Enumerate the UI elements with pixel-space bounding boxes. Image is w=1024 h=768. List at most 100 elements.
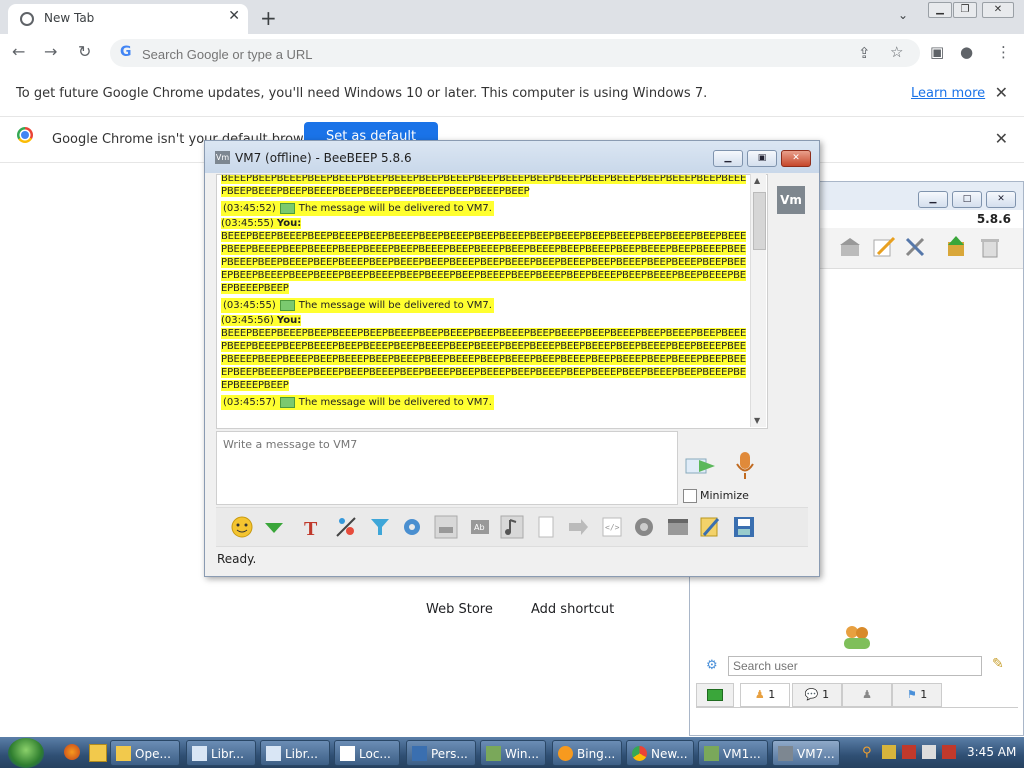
- tab-users[interactable]: ♟ 1: [740, 683, 790, 707]
- taskbar-item[interactable]: Win...: [480, 740, 546, 766]
- firefox-icon[interactable]: [64, 744, 80, 760]
- taskbar-item[interactable]: Loc...: [334, 740, 400, 766]
- taskbar-item[interactable]: VM7...: [772, 740, 840, 766]
- omnibox[interactable]: G ⇪ ☆: [110, 39, 920, 67]
- chrome-icon: [632, 746, 647, 761]
- tab-chats[interactable]: 💬 1: [792, 683, 842, 707]
- home-icon[interactable]: [838, 236, 862, 258]
- chat-titlebar: Vm VM7 (offline) - BeeBEEP 5.8.6 ▁ ▣ ✕: [205, 141, 819, 173]
- taskbar-item-label: New...: [651, 747, 688, 761]
- clock[interactable]: 3:45 AM: [967, 745, 1016, 759]
- timestamp: (03:45:55): [221, 218, 274, 229]
- close-tab-icon[interactable]: ✕: [228, 8, 240, 24]
- menu-icon[interactable]: ⋮: [996, 43, 1011, 61]
- taskbar-item[interactable]: Libr...: [260, 740, 330, 766]
- add-shortcut[interactable]: Add shortcut: [531, 602, 614, 617]
- taskbar-item[interactable]: Ope...: [110, 740, 180, 766]
- forward-icon[interactable]: →: [44, 42, 57, 61]
- tab-files[interactable]: ⚑ 1: [892, 683, 942, 707]
- message-header: (03:45:56) You:: [221, 315, 302, 326]
- tab-new-tab[interactable]: New Tab ✕: [8, 4, 248, 34]
- share-icon[interactable]: ⇪: [858, 44, 871, 62]
- back-icon[interactable]: ←: [12, 42, 25, 61]
- filter-icon[interactable]: [368, 515, 392, 539]
- main-minimize-button[interactable]: ▁: [918, 191, 948, 208]
- taskbar-item[interactable]: Libr...: [186, 740, 256, 766]
- chat-scrollbar[interactable]: ▲ ▼: [750, 174, 766, 427]
- scroll-up-icon[interactable]: ▲: [754, 176, 760, 185]
- trash-icon[interactable]: [978, 236, 1002, 258]
- microphone-icon[interactable]: [735, 451, 755, 481]
- settings-icon[interactable]: [400, 515, 424, 539]
- tools-tray-icon[interactable]: [882, 745, 896, 759]
- close-infobar-icon[interactable]: ✕: [995, 83, 1008, 102]
- web-store-shortcut[interactable]: Web Store: [426, 602, 493, 617]
- chats-count: 1: [822, 688, 830, 701]
- timestamp: (03:45:55): [223, 300, 276, 311]
- avatar: Vm: [777, 186, 805, 214]
- chat-minimize-button[interactable]: ▁: [713, 150, 743, 167]
- restore-window-button[interactable]: ❐: [953, 2, 977, 18]
- send-icon[interactable]: [685, 455, 717, 477]
- volume-muted-icon[interactable]: [942, 745, 956, 759]
- buzz-icon[interactable]: [500, 515, 524, 539]
- edit-icon[interactable]: [872, 236, 896, 258]
- code-icon[interactable]: </>: [600, 515, 624, 539]
- message-input[interactable]: [221, 436, 675, 500]
- close-window-button[interactable]: ✕: [982, 2, 1014, 18]
- chat-close-button[interactable]: ✕: [781, 150, 811, 167]
- window-icon[interactable]: [666, 515, 690, 539]
- send-file-icon[interactable]: [534, 515, 558, 539]
- taskbar-item[interactable]: VM1...: [698, 740, 768, 766]
- taskbar-item[interactable]: Pers...: [406, 740, 476, 766]
- main-close-button[interactable]: ✕: [986, 191, 1016, 208]
- chat-log[interactable]: BEEEPBEEPBEEEPBEEPBEEEPBEEPBEEEPBEEPBEEE…: [216, 174, 768, 429]
- chat-maximize-button[interactable]: ▣: [747, 150, 777, 167]
- minimize-window-button[interactable]: ▁: [928, 2, 952, 18]
- flag-tray-icon[interactable]: [902, 745, 916, 759]
- message-compose-box[interactable]: [216, 431, 678, 505]
- update-icon[interactable]: [944, 236, 968, 258]
- tab-search-icon[interactable]: ⌄: [898, 8, 908, 22]
- notes-icon[interactable]: [698, 515, 722, 539]
- save-chat-icon[interactable]: [434, 515, 458, 539]
- tools-icon[interactable]: [904, 236, 928, 258]
- svg-text:Ab: Ab: [474, 523, 485, 532]
- expand-icon[interactable]: [262, 515, 286, 539]
- learn-more-link[interactable]: Learn more: [911, 86, 985, 101]
- taskbar-item[interactable]: New...: [626, 740, 694, 766]
- screenshot-icon[interactable]: [632, 515, 656, 539]
- scroll-down-icon[interactable]: ▼: [754, 416, 760, 425]
- bookmark-star-icon[interactable]: ☆: [890, 43, 903, 61]
- tab-title: New Tab: [44, 11, 95, 25]
- close-infobar-icon[interactable]: ✕: [995, 129, 1008, 148]
- reload-icon[interactable]: ↻: [78, 42, 91, 61]
- windows-tool-icon: [486, 746, 501, 761]
- tab-home[interactable]: [696, 683, 734, 707]
- user-search-input[interactable]: [728, 656, 982, 676]
- font-icon[interactable]: T: [302, 515, 326, 539]
- scroll-thumb[interactable]: [753, 192, 766, 250]
- sender-label: You:: [276, 218, 302, 229]
- font-color-icon[interactable]: [334, 515, 358, 539]
- main-maximize-button[interactable]: □: [952, 191, 982, 208]
- send-folder-icon[interactable]: [566, 515, 590, 539]
- new-tab-button[interactable]: +: [260, 6, 277, 30]
- start-button[interactable]: [8, 738, 44, 768]
- tab-groups[interactable]: ♟: [842, 683, 892, 707]
- spell-check-icon[interactable]: Ab: [468, 515, 492, 539]
- side-panel-icon[interactable]: ▣: [930, 43, 944, 61]
- clear-search-icon[interactable]: ✎: [992, 656, 1004, 672]
- explorer-icon[interactable]: [89, 744, 107, 762]
- search-tray-icon[interactable]: ⚲: [862, 745, 876, 760]
- taskbar-item-label: VM7...: [797, 747, 835, 761]
- groups-icon: ♟: [862, 688, 872, 701]
- profile-icon[interactable]: ●: [960, 43, 973, 61]
- address-input[interactable]: [140, 43, 844, 65]
- taskbar-item[interactable]: Bing...: [552, 740, 622, 766]
- network-tray-icon[interactable]: [922, 745, 936, 759]
- minimize-checkbox[interactable]: [683, 489, 697, 503]
- emoji-icon[interactable]: [230, 515, 254, 539]
- sender-label: You:: [276, 315, 302, 326]
- disk-save-icon[interactable]: [732, 515, 756, 539]
